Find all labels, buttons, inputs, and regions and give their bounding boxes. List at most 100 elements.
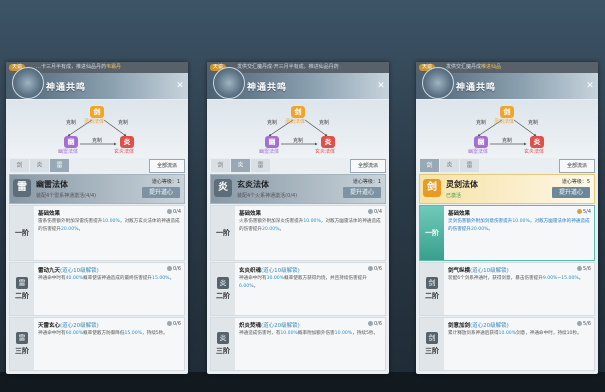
upgrade-button[interactable]: 提升道心 <box>552 187 590 198</box>
resonance-panel: 天谕 …卡三月半有成，推进仙品丹药韦霜丹 神通共鸣 ✕ 剑灵剑法体幽幽雷法体炎玄炎法体克… <box>6 62 188 374</box>
tier-card: 雷三阶 天雷玄心(道心20级解锁) 0/6 神通命中时有60.00%概率使敌方防御降低… <box>9 317 185 371</box>
desc-part: 神通造成伤害时，有 <box>239 331 281 336</box>
law-name: 灵剑法体 <box>446 180 478 189</box>
desc-part: ，持续5秒。 <box>142 331 168 336</box>
flame-node-label: 玄炎法体 <box>114 149 135 155</box>
tier-name: 雷动九天(道心10级解锁) <box>38 266 99 274</box>
tier-name-text: 炽炎焚魂 <box>239 323 262 329</box>
all-schools-button[interactable]: 全部流派 <box>559 159 595 173</box>
desc-value: 10.00% <box>303 219 321 224</box>
desc-part: 概率使敌方防御降低 <box>83 331 125 336</box>
law-card: 炎玄炎法体 装配4个火系神通激活(0/4) 道心等级：1 提升道心 <box>210 174 386 204</box>
tier-count: 5/6 <box>576 266 591 272</box>
law-card: 剑灵剑法体 已激活 道心等级：5 提升道心 <box>419 174 595 204</box>
close-icon[interactable]: ✕ <box>175 81 185 91</box>
tier-rank-label: 二阶 <box>425 292 439 300</box>
law-status: 已激活 <box>446 193 462 199</box>
upgrade-button[interactable]: 提升道心 <box>343 187 381 198</box>
tab-0[interactable]: 剑 <box>10 159 29 172</box>
tier-rank: 雷二阶 <box>10 263 34 315</box>
thunder-node: 幽 <box>474 136 488 148</box>
desc-part: 累计释放剑系神通后获得 <box>448 331 499 336</box>
tab-1[interactable]: 炎 <box>440 159 459 172</box>
tier-name: 玄炎织魂(道心10级解锁) <box>239 266 300 274</box>
count-icon <box>576 321 582 326</box>
desc-value: 10.00% <box>512 219 530 224</box>
tab-1[interactable]: 炎 <box>231 159 250 172</box>
tab-2[interactable]: 雷 <box>251 159 270 172</box>
panel-header: 神通共鸣 ✕ <box>207 67 389 99</box>
ticker-text: 发供交汇魔丹成·开三月半有成，推进仙品丹药 <box>237 64 339 70</box>
tier-name: 剑气纵横(道心10级解锁) <box>448 266 509 274</box>
tier-icon: 剑 <box>426 332 438 344</box>
dao-heart-level: 道心等级：1 <box>151 179 180 185</box>
desc-value: 20.00% <box>261 226 280 232</box>
thunder-node-label: 幽雷法体 <box>259 149 280 155</box>
tier-requirement: (道心10级解锁) <box>470 268 509 274</box>
law-icon: 雷 <box>13 179 31 197</box>
edge-label: 克制 <box>528 120 539 126</box>
desc-part: 神通命中时有 <box>239 276 267 281</box>
tier-card: 炎二阶 玄炎织魂(道心10级解锁) 0/6 神通命中时有30.00%概率使敌方获得灼烧… <box>210 262 386 316</box>
element-tabs: 剑炎雷 <box>211 159 270 172</box>
tier-name-text: 剑气纵横 <box>448 268 471 274</box>
all-schools-button[interactable]: 全部流派 <box>350 159 386 173</box>
tier-rank: 雷三阶 <box>10 318 34 370</box>
desc-value: 10.00% <box>498 331 517 336</box>
tab-0[interactable]: 剑 <box>211 159 230 172</box>
desc-part: 。 <box>169 276 175 281</box>
tier-count: 0/6 <box>166 266 181 272</box>
tier-count-value: 0/4 <box>373 209 382 215</box>
upgrade-button[interactable]: 提升道心 <box>142 187 180 198</box>
tier-name-text: 剑意加剑 <box>448 323 471 329</box>
flame-node: 炎 <box>321 136 335 148</box>
thunder-node-label: 幽雷法体 <box>468 149 489 155</box>
tier-description: 火系伤害额外附加深炎伤害提升10.00%，对敌方幽雷法体的神通造成的伤害提升20… <box>239 218 382 233</box>
tab-2[interactable]: 雷 <box>460 159 479 172</box>
ticker-highlight: 推进仙品 <box>481 64 502 70</box>
count-icon <box>367 209 373 214</box>
tab-2[interactable]: 雷 <box>50 159 69 172</box>
tier-icon: 雷 <box>16 277 28 289</box>
desc-value: 60.00% <box>65 331 84 336</box>
tab-0[interactable]: 剑 <box>420 159 439 172</box>
close-icon[interactable]: ✕ <box>376 81 386 91</box>
tier-description: 装配6个剑系神通时，获得剑意，暴击伤害提升9.00%~15.00%。 <box>448 275 591 283</box>
tier-count-value: 5/6 <box>582 266 591 272</box>
all-schools-button[interactable]: 全部流派 <box>149 159 185 173</box>
desc-part: 。 <box>578 276 584 281</box>
tier-rank: 一阶 <box>420 206 444 260</box>
tier-count: 0/6 <box>166 321 181 327</box>
edge-label: 克制 <box>502 138 513 144</box>
tier-description: 神通命中时有60.00%概率使敌方防御降低15.00%，持续5秒。 <box>38 330 181 338</box>
emblem-icon <box>422 67 454 99</box>
panel-header: 神通共鸣 ✕ <box>416 67 598 99</box>
desc-part: 。 <box>488 226 494 232</box>
tier-description: 累计释放剑系神通后获得10.00%剑意，神通命中时，持续10秒。 <box>448 330 591 338</box>
tier-rank: 一阶 <box>10 206 34 260</box>
flame-node: 炎 <box>120 136 134 148</box>
tier-name-text: 基础效果 <box>448 211 471 217</box>
emblem-icon <box>12 67 44 99</box>
panel-title: 神通共鸣 <box>456 83 497 93</box>
tier-icon: 雷 <box>16 332 28 344</box>
tier-name: 天雷玄心(道心20级解锁) <box>38 321 99 329</box>
count-icon <box>367 266 373 271</box>
counter-diagram: 剑灵剑法体幽幽雷法体炎玄炎法体 克制 克制 克制 <box>416 100 598 158</box>
tier-name: 基础效果 <box>448 209 470 217</box>
tier-count: 0/6 <box>367 321 382 327</box>
thunder-node-label: 幽雷法体 <box>58 149 79 155</box>
close-icon[interactable]: ✕ <box>585 81 595 91</box>
counter-diagram: 剑灵剑法体幽幽雷法体炎玄炎法体 克制 克制 克制 <box>207 100 389 158</box>
tier-requirement: (道心10级解锁) <box>60 268 99 274</box>
desc-part: 装配6个剑系神通时，获得剑意，暴击伤害提升 <box>448 276 543 281</box>
desc-part: 概率使该神通造成的最终伤害提升 <box>83 276 153 281</box>
ticker-text: …卡三月半有成，推进仙品丹药 <box>36 64 107 70</box>
edge-label: 克制 <box>293 138 304 144</box>
tier-requirement: (道心20级解锁) <box>60 323 99 329</box>
tab-1[interactable]: 炎 <box>30 159 49 172</box>
tier-icon: 炎 <box>217 332 229 344</box>
tier-name: 基础效果 <box>239 209 261 217</box>
tier-count: 5/6 <box>576 321 591 327</box>
desc-part: 神通命中时有 <box>38 331 66 336</box>
